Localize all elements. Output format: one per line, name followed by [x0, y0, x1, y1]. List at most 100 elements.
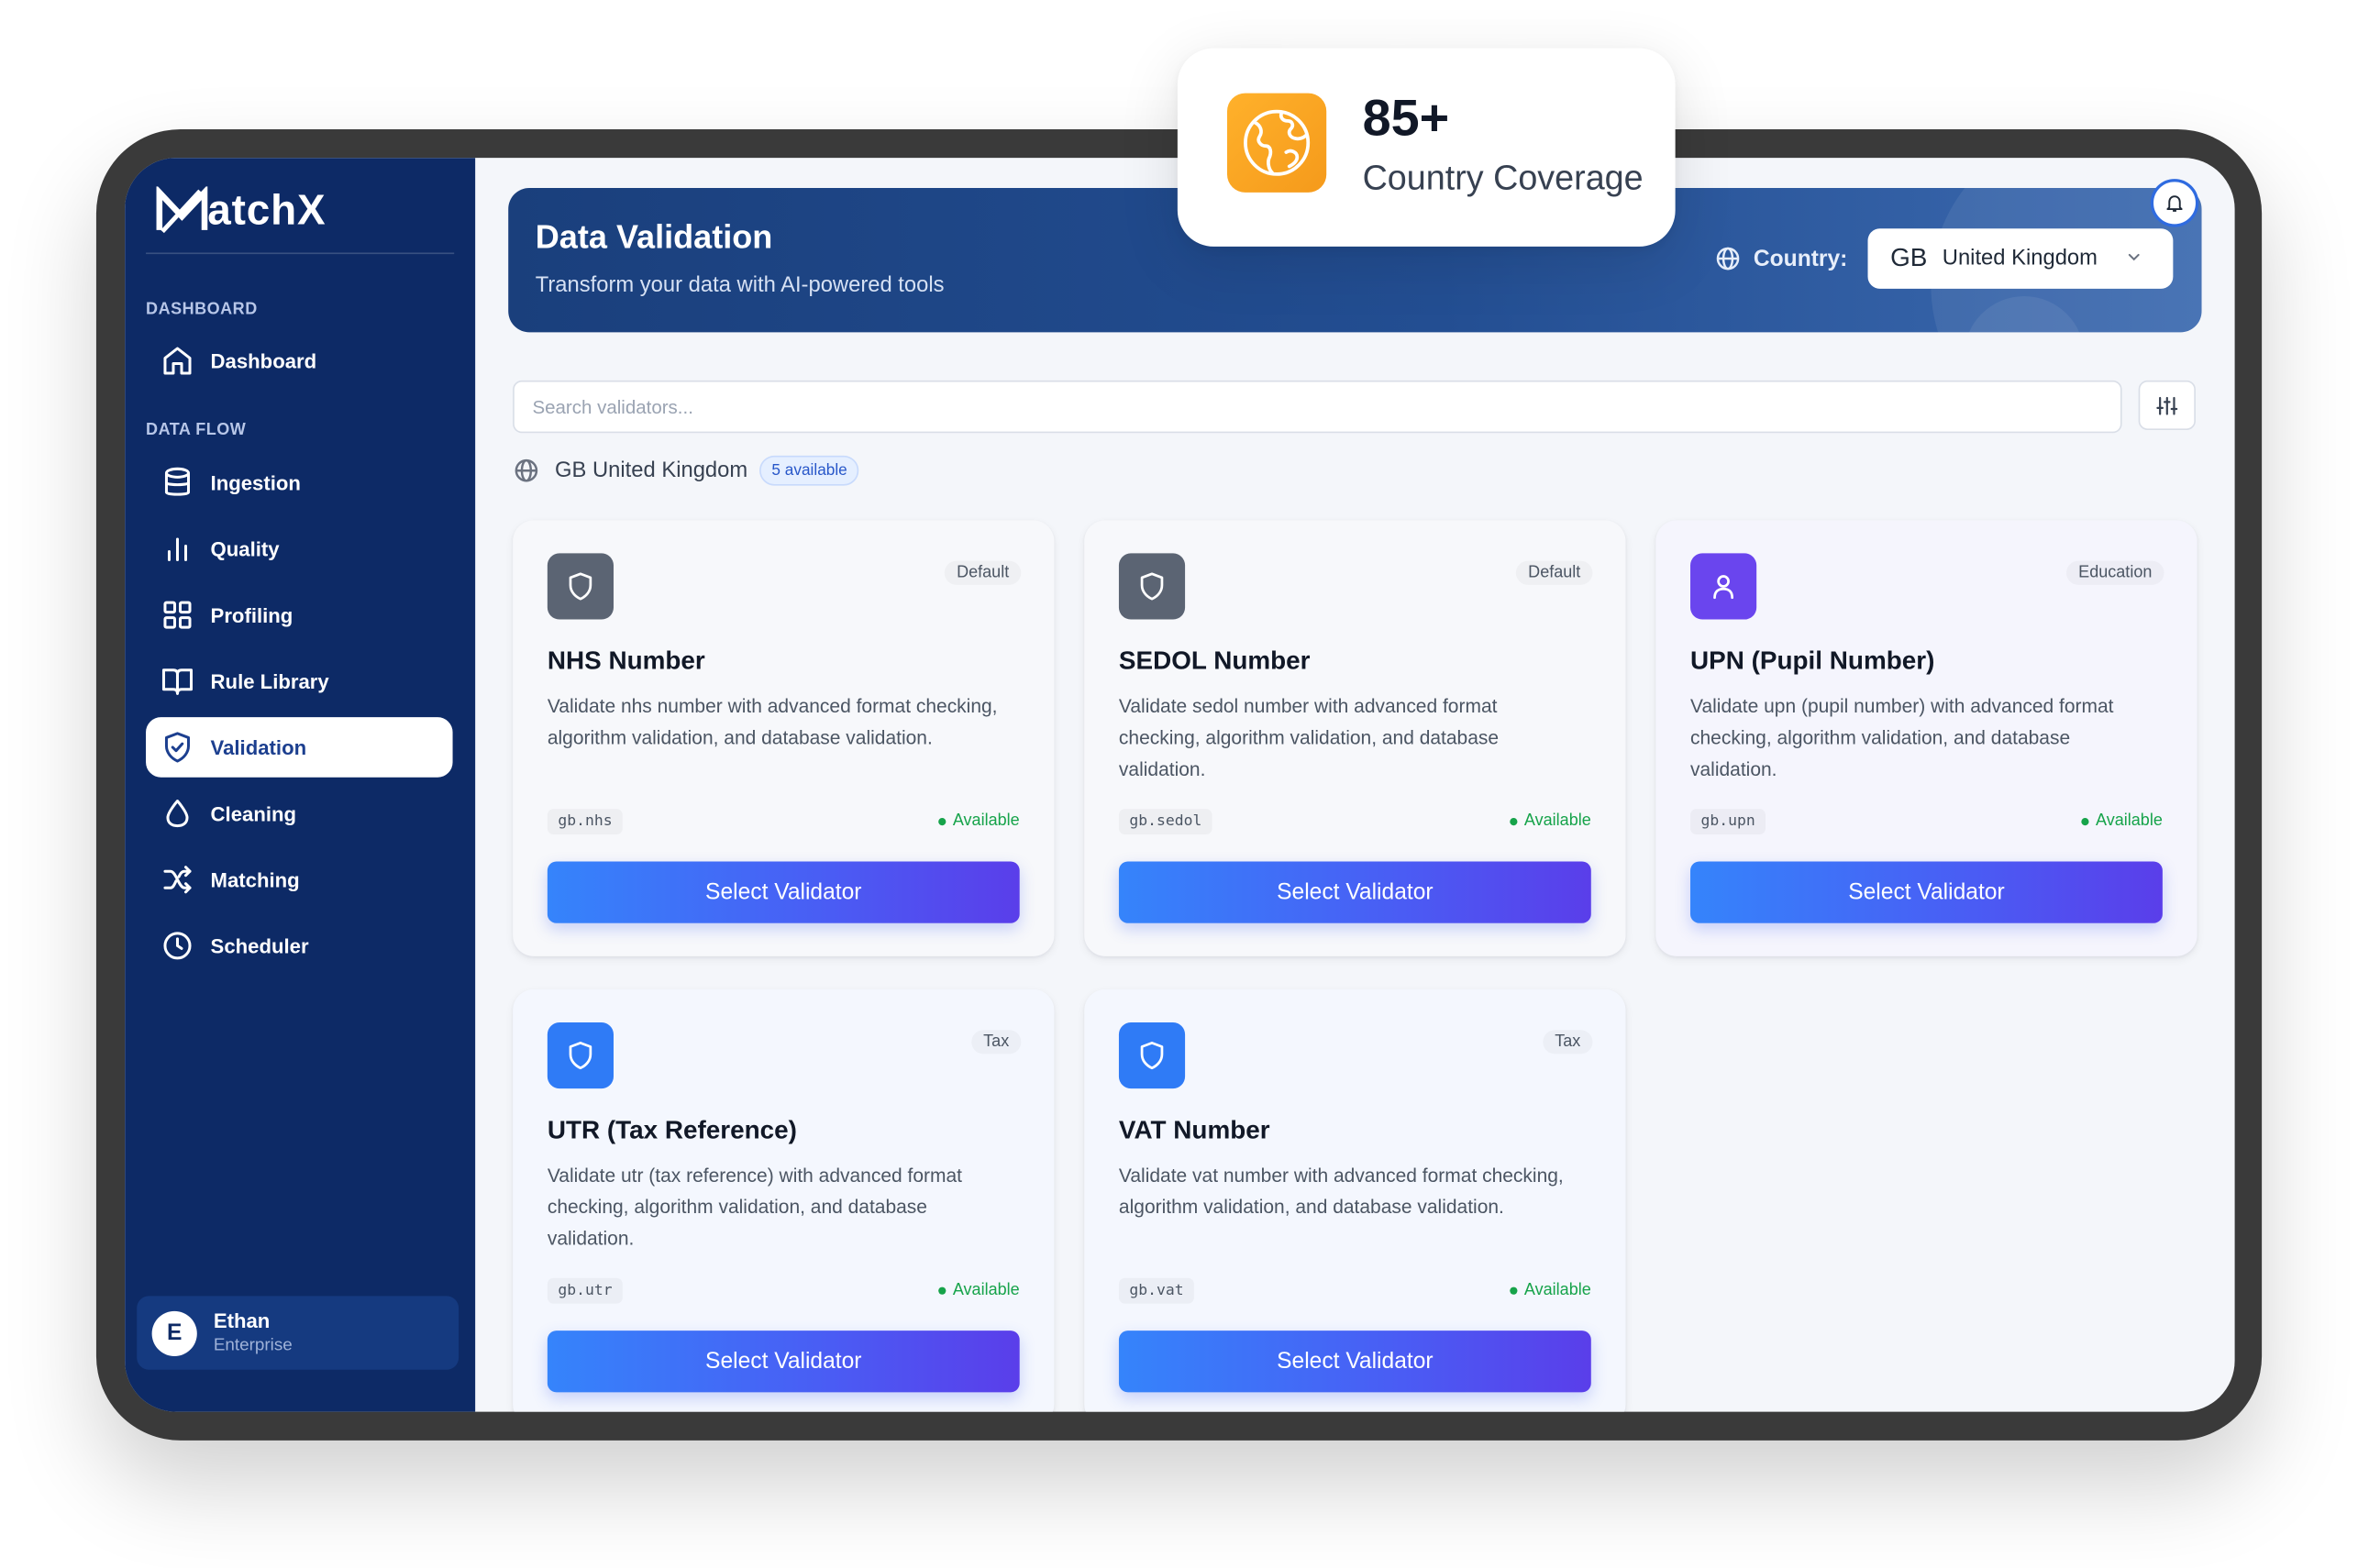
brand-logo[interactable]: atchX — [155, 185, 327, 237]
book-icon — [160, 663, 195, 699]
validator-code: gb.upn — [1690, 809, 1766, 834]
notification-button[interactable] — [2150, 179, 2199, 227]
category-tag: Default — [1516, 561, 1592, 585]
section-data-flow: DATA FLOW — [146, 421, 247, 439]
user-profile[interactable]: E Ethan Enterprise — [137, 1296, 459, 1370]
country-select[interactable]: GB United Kingdom — [1867, 228, 2174, 289]
status-text: Available — [1523, 812, 1591, 831]
sidebar-item-label: Validation — [210, 735, 307, 759]
globe-icon — [515, 458, 538, 482]
sidebar-item-cleaning[interactable]: Cleaning — [146, 783, 452, 844]
country-code: GB — [1890, 243, 1928, 272]
status-dot — [1509, 1286, 1517, 1294]
select-validator-button[interactable]: Select Validator — [1690, 861, 2163, 923]
page-title: Data Validation — [535, 217, 773, 256]
home-icon — [160, 343, 195, 379]
sidebar-item-label: Profiling — [210, 603, 293, 626]
validator-description: Validate utr (tax reference) with advanc… — [547, 1164, 962, 1250]
sliders-icon — [2156, 396, 2178, 414]
globe-icon — [1226, 93, 1327, 193]
stage: atchX DASHBOARD Dashboard DATA FLOW Inge… — [0, 0, 2358, 1568]
grid-icon — [160, 597, 195, 633]
bar-chart-icon — [160, 531, 195, 567]
sidebar-item-rule-library[interactable]: Rule Library — [146, 651, 452, 712]
category-tag: Tax — [971, 1030, 1021, 1054]
category-tag: Tax — [1543, 1030, 1592, 1054]
select-validator-button[interactable]: Select Validator — [1118, 1331, 1591, 1393]
validator-title: UPN (Pupil Number) — [1690, 646, 1935, 676]
droplet-icon — [160, 795, 195, 831]
status-badge: Available — [1509, 1281, 1591, 1299]
status-dot — [2080, 817, 2088, 825]
validator-code: gb.sedol — [1119, 809, 1212, 834]
status-badge: Available — [937, 1281, 1020, 1299]
country-name: United Kingdom — [1942, 246, 2098, 271]
status-badge: Available — [1509, 812, 1591, 831]
sidebar-item-label: Ingestion — [210, 471, 301, 494]
validator-card-upn: Education UPN (Pupil Number) Validate up… — [1655, 520, 2197, 956]
validator-card-vat: Tax VAT Number Validate vat number with … — [1084, 988, 1626, 1412]
sidebar-item-profiling[interactable]: Profiling — [146, 585, 452, 646]
sidebar-item-label: Cleaning — [210, 801, 297, 825]
status-text: Available — [952, 812, 1020, 831]
sidebar-item-validation[interactable]: Validation — [146, 717, 453, 778]
status-text: Available — [952, 1281, 1020, 1299]
sidebar-item-label: Quality — [210, 537, 280, 560]
validator-description: Validate upn (pupil number) with advance… — [1690, 694, 2114, 781]
status-dot — [937, 1286, 946, 1294]
category-tag: Education — [2066, 561, 2164, 585]
select-validator-button[interactable]: Select Validator — [1118, 861, 1591, 923]
validator-card-sedol: Default SEDOL Number Validate sedol numb… — [1084, 520, 1626, 956]
sidebar-item-matching[interactable]: Matching — [146, 849, 452, 910]
validator-title: NHS Number — [547, 646, 705, 676]
brand-name: atchX — [207, 186, 327, 234]
region-indicator: GB United Kingdom 5 available — [513, 455, 859, 486]
select-validator-button[interactable]: Select Validator — [547, 1331, 1020, 1393]
user-name: Ethan — [213, 1309, 271, 1331]
sidebar-item-scheduler[interactable]: Scheduler — [146, 916, 452, 977]
region-label: GB United Kingdom — [555, 458, 748, 483]
avatar: E — [151, 1309, 197, 1356]
sidebar-item-dashboard[interactable]: Dashboard — [146, 331, 452, 392]
validator-code: gb.utr — [548, 1278, 623, 1304]
status-text: Available — [2095, 812, 2163, 831]
shield-check-icon — [160, 729, 195, 765]
status-dot — [1509, 817, 1517, 825]
status-dot — [937, 817, 946, 825]
availability-badge: 5 available — [759, 455, 859, 486]
sidebar-item-quality[interactable]: Quality — [146, 519, 452, 580]
bell-icon — [2166, 195, 2183, 212]
shuffle-icon — [160, 862, 195, 898]
validator-description: Validate nhs number with advanced format… — [547, 694, 998, 749]
validator-title: SEDOL Number — [1118, 646, 1311, 676]
shield-icon — [547, 553, 614, 620]
sidebar-item-label: Matching — [210, 867, 300, 891]
user-icon — [1690, 553, 1757, 620]
status-text: Available — [1523, 1281, 1591, 1299]
database-icon — [160, 465, 195, 501]
shield-icon — [1118, 553, 1186, 620]
user-plan: Enterprise — [213, 1335, 293, 1354]
filter-button[interactable] — [2138, 380, 2196, 430]
chevron-down-icon — [2128, 253, 2140, 261]
section-dashboard: DASHBOARD — [146, 300, 258, 319]
validator-title: VAT Number — [1118, 1115, 1270, 1144]
sidebar-item-label: Scheduler — [210, 934, 309, 957]
sidebar-item-ingestion[interactable]: Ingestion — [146, 453, 452, 513]
page-subtitle: Transform your data with AI-powered tool… — [535, 273, 945, 298]
search-input[interactable] — [513, 380, 2122, 434]
validator-title: UTR (Tax Reference) — [547, 1115, 797, 1144]
coverage-value: 85+ — [1362, 90, 1450, 148]
validator-description: Validate vat number with advanced format… — [1118, 1164, 1564, 1219]
validator-description: Validate sedol number with advanced form… — [1118, 694, 1500, 781]
user-info: Ethan Enterprise — [214, 1309, 293, 1356]
validator-code: gb.vat — [1119, 1278, 1194, 1304]
clock-icon — [160, 928, 195, 964]
logo-m-icon — [156, 186, 208, 234]
validator-card-nhs: Default NHS Number Validate nhs number w… — [513, 520, 1055, 956]
status-badge: Available — [2080, 812, 2163, 831]
select-validator-button[interactable]: Select Validator — [547, 861, 1020, 923]
country-label-text: Country: — [1753, 246, 1848, 271]
shield-icon — [1118, 1021, 1186, 1089]
shield-icon — [547, 1021, 614, 1089]
